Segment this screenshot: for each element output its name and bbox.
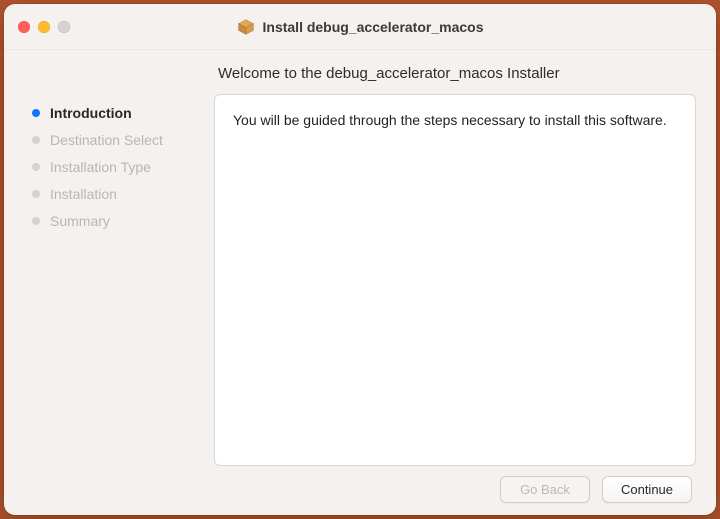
- minimize-window-button[interactable]: [38, 21, 50, 33]
- main-area: Welcome to the debug_accelerator_macos I…: [214, 65, 696, 503]
- step-label: Installation Type: [50, 159, 151, 175]
- step-installation: Installation: [32, 186, 204, 202]
- steps-list: Introduction Destination Select Installa…: [24, 105, 204, 229]
- window-controls: [18, 21, 70, 33]
- step-destination-select: Destination Select: [32, 132, 204, 148]
- content-panel: You will be guided through the steps nec…: [214, 94, 696, 466]
- step-label: Summary: [50, 213, 110, 229]
- go-back-label: Go Back: [520, 482, 570, 497]
- footer-buttons: Go Back Continue: [214, 466, 696, 503]
- title-center: Install debug_accelerator_macos: [4, 18, 716, 36]
- window-body: Introduction Destination Select Installa…: [4, 50, 716, 515]
- step-label: Introduction: [50, 105, 132, 121]
- step-summary: Summary: [32, 213, 204, 229]
- step-bullet-icon: [32, 190, 40, 198]
- steps-sidebar: Introduction Destination Select Installa…: [24, 65, 204, 503]
- step-bullet-icon: [32, 109, 40, 117]
- step-bullet-icon: [32, 217, 40, 225]
- step-label: Destination Select: [50, 132, 163, 148]
- package-icon: [237, 18, 255, 36]
- step-bullet-icon: [32, 136, 40, 144]
- step-label: Installation: [50, 186, 117, 202]
- zoom-window-button: [58, 21, 70, 33]
- continue-label: Continue: [621, 482, 673, 497]
- step-bullet-icon: [32, 163, 40, 171]
- welcome-text: You will be guided through the steps nec…: [233, 111, 677, 130]
- go-back-button: Go Back: [500, 476, 590, 503]
- page-heading: Welcome to the debug_accelerator_macos I…: [218, 65, 696, 82]
- window-title: Install debug_accelerator_macos: [263, 19, 484, 35]
- close-window-button[interactable]: [18, 21, 30, 33]
- installer-window: Install debug_accelerator_macos Introduc…: [4, 4, 716, 515]
- continue-button[interactable]: Continue: [602, 476, 692, 503]
- step-introduction: Introduction: [32, 105, 204, 121]
- titlebar: Install debug_accelerator_macos: [4, 4, 716, 50]
- step-installation-type: Installation Type: [32, 159, 204, 175]
